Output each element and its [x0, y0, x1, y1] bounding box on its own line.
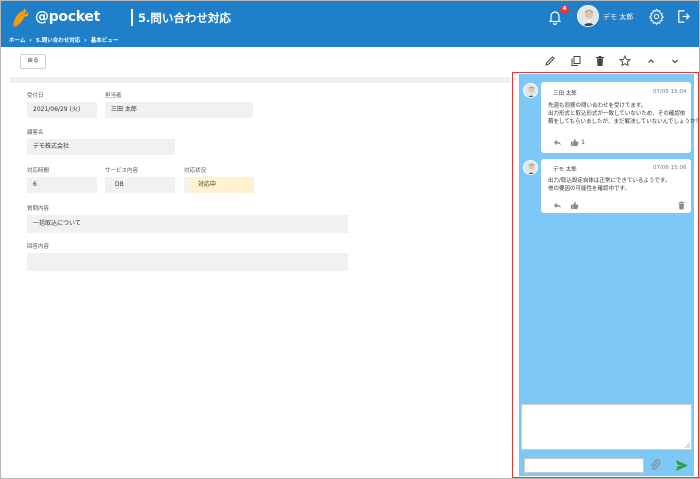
- answer-label: 回答内容: [27, 244, 50, 250]
- attachment-icon[interactable]: [649, 458, 661, 472]
- breadcrumb-home[interactable]: ホーム: [9, 36, 25, 44]
- logo-text: @pocket: [35, 9, 100, 25]
- status-badge: 対応中: [189, 177, 251, 193]
- mention-input[interactable]: [524, 458, 644, 473]
- comment-avatar: [523, 83, 538, 98]
- resize-handle-icon[interactable]: [684, 442, 691, 449]
- app-header: @pocket 5.問い合わせ対応 4 デモ 太郎: [1, 1, 699, 33]
- comment-card: デモ 太郎 07/06 15:06 出力/取込設定自体は正常にできているようです…: [541, 159, 691, 213]
- user-avatar[interactable]: [577, 5, 599, 27]
- comment-line: 出力形式と取込形式が一致していないため、その確認依: [548, 111, 686, 117]
- breadcrumb-view: 基本ビュー: [90, 38, 119, 44]
- trash-icon[interactable]: [677, 201, 686, 210]
- thumbs-up-icon[interactable]: [570, 201, 579, 210]
- answer-value: [27, 253, 348, 271]
- assignee-value: 三田 太郎: [105, 102, 253, 118]
- customer-label: 顧客名: [27, 130, 44, 136]
- breadcrumb-app[interactable]: 5.問い合わせ対応: [36, 36, 80, 44]
- edit-icon[interactable]: [544, 55, 556, 67]
- question-value: 一括取込について: [27, 215, 348, 233]
- delete-icon[interactable]: [594, 55, 606, 67]
- breadcrumb: ホーム › 5.問い合わせ対応 › 基本ビュー: [1, 33, 699, 47]
- comment-time: 07/06 15:06: [653, 165, 687, 171]
- star-icon[interactable]: [618, 54, 632, 67]
- chevron-down-icon[interactable]: [669, 55, 681, 67]
- notification-badge: 4: [560, 5, 569, 14]
- send-icon[interactable]: [675, 459, 689, 472]
- record-form: 受付日 2021/06/29 (火) 担当者 三田 太郎 顧客名 デモ株式会社 …: [9, 77, 511, 477]
- customer-value: デモ株式会社: [27, 139, 175, 155]
- thumbs-up-icon[interactable]: [570, 138, 579, 147]
- header-divider: [131, 9, 133, 26]
- record-toolbar: 戻る: [1, 47, 699, 73]
- service-value: DB: [105, 177, 175, 193]
- question-label: 質問内容: [27, 206, 50, 212]
- reception-date-label: 受付日: [27, 93, 44, 99]
- chevron-up-icon[interactable]: [645, 55, 657, 67]
- comment-line: 他の要因の可能性を確認中です。: [548, 186, 630, 192]
- reply-icon[interactable]: [553, 138, 562, 147]
- reply-icon[interactable]: [553, 201, 562, 210]
- comment-textarea[interactable]: [521, 404, 692, 450]
- comment-author: デモ 太郎: [553, 167, 577, 173]
- reception-date-value: 2021/06/29 (火): [27, 102, 97, 118]
- page-title: 5.問い合わせ対応: [138, 11, 231, 25]
- comment-line: 先週も同様の問い合わせを受けてます。: [548, 103, 647, 109]
- like-count: 1: [581, 138, 586, 146]
- status-label: 対応状況: [184, 168, 207, 174]
- kangaroo-logo-icon: [9, 6, 33, 28]
- response-time-value: 6: [27, 177, 97, 193]
- assignee-label: 担当者: [105, 93, 122, 99]
- gear-icon[interactable]: [648, 8, 665, 26]
- back-button[interactable]: 戻る: [20, 54, 46, 69]
- comment-author: 三田 太郎: [553, 91, 577, 97]
- logout-icon[interactable]: [676, 9, 691, 24]
- comment-time: 07/06 15:04: [653, 89, 687, 95]
- copy-icon[interactable]: [570, 55, 582, 67]
- comment-line: 出力/取込設定自体は正常にできているようです。: [548, 178, 671, 184]
- user-name[interactable]: デモ 太郎: [603, 12, 633, 22]
- response-time-label: 対応時間: [27, 168, 50, 174]
- chevron-right-icon: ›: [84, 36, 87, 44]
- comment-card: 三田 太郎 07/06 15:04 先週も同様の問い合わせを受けてます。 出力形…: [541, 82, 700, 153]
- app-logo[interactable]: @pocket: [9, 6, 100, 28]
- comment-panel: 三田 太郎 07/06 15:04 先週も同様の問い合わせを受けてます。 出力形…: [512, 72, 700, 478]
- comment-avatar: [523, 160, 538, 175]
- chevron-right-icon: ›: [29, 36, 32, 44]
- comment-line: 頼をしてもらいましたが、まだ解決していないんでしょうか？: [548, 119, 700, 125]
- service-label: サービス内容: [105, 168, 139, 174]
- status-field: 対応中: [184, 177, 254, 193]
